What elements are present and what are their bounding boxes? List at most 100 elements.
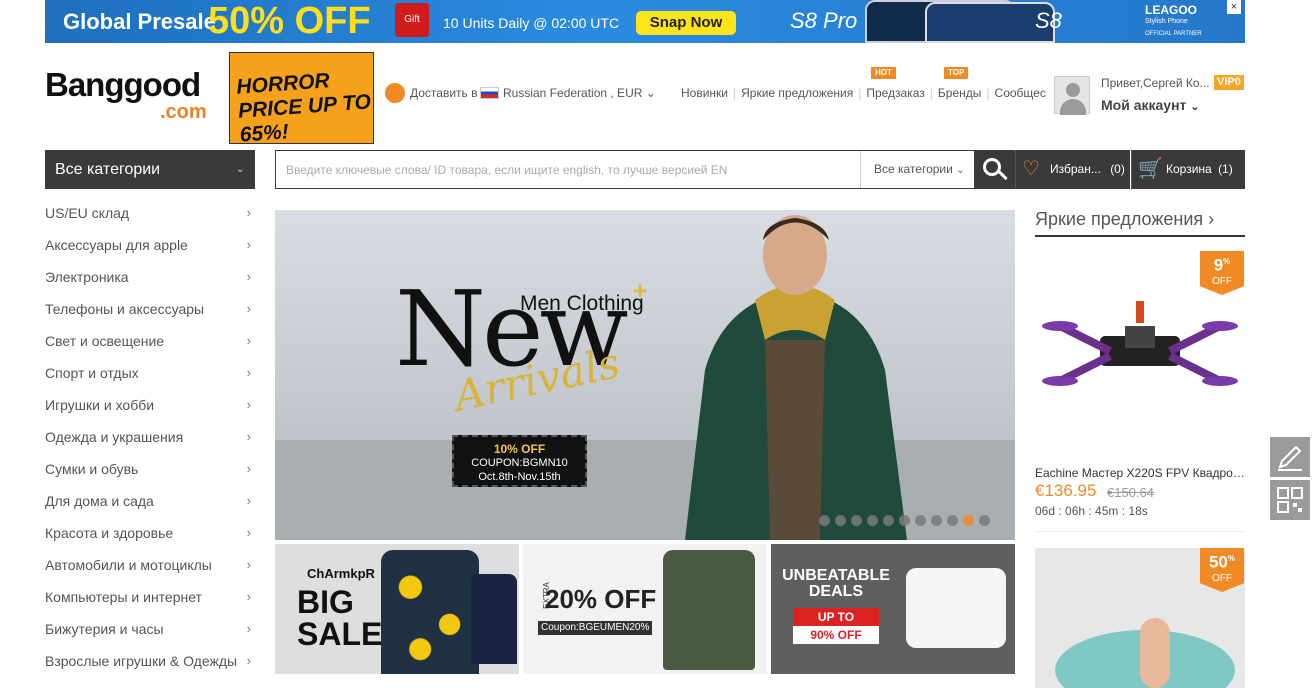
nav-separator: | [986,86,990,100]
category-item[interactable]: Взрослые игрушки & Одежды › [45,645,255,677]
category-item[interactable]: Автомобили и мотоциклы › [45,549,255,581]
hero-banner[interactable]: Men Clothing + New Arrivals 10% OFF COUP… [275,210,1015,540]
carousel-dot[interactable] [899,515,910,526]
snap-now-button[interactable]: Snap Now [636,11,736,35]
category-label: Свет и освещение [45,333,165,349]
ship-to-label[interactable]: Доставить в [410,86,478,100]
category-item[interactable]: Телефоны и аксессуары › [45,293,255,325]
user-greeting: Привет,Сергей Ко... [1101,76,1210,90]
flash-deals-label: Яркие предложения [1035,209,1204,229]
my-account-menu[interactable]: Мой аккаунт ⌄ [1101,97,1200,113]
chevron-right-icon: › [246,397,251,412]
carousel-dot[interactable] [835,515,846,526]
plus-icon: + [633,278,648,305]
nav-deals[interactable]: Яркие предложения [741,86,853,100]
product-image-drone[interactable] [1040,296,1240,406]
vest-image [663,550,755,670]
chevron-right-icon: › [1208,209,1215,229]
divider [1035,531,1245,532]
coupon-dates: Oct.8th-Nov.15th [478,471,561,483]
search-category-select[interactable]: Все категории ⌄ [860,151,974,188]
promo-banner-big-sale[interactable]: ChArmkpR BIG SALE [275,544,519,674]
category-item[interactable]: Электроника › [45,261,255,293]
carousel-dot[interactable] [819,515,830,526]
chevron-right-icon: › [246,621,251,636]
ship-country-select[interactable]: Russian Federation , EUR ⌄ [503,86,656,100]
banner-off-text: 50% OFF [208,0,371,42]
cart-button[interactable]: 🛒 Корзина (1) [1131,150,1245,189]
chevron-right-icon: › [246,461,251,476]
product-name[interactable]: Eachine Мастер X220S FPV Квадрокоптер [1035,466,1245,480]
chevron-right-icon: › [246,493,251,508]
promo-banner-20off[interactable]: EXTRA 20% OFF Coupon:BGEUMEN20% [523,544,767,674]
category-item[interactable]: Аксессуары для apple › [45,229,255,261]
category-item[interactable]: Бижутерия и часы › [45,613,255,645]
search-input[interactable] [276,151,859,188]
carousel-dot[interactable] [915,515,926,526]
category-item[interactable]: Одежда и украшения › [45,421,255,453]
category-item[interactable]: Для дома и сада › [45,485,255,517]
banner-line2: DEALS [808,583,864,600]
category-item[interactable]: Сумки и обувь › [45,453,255,485]
chevron-right-icon: › [246,237,251,252]
banner-presale-text: Global Presale [63,9,216,34]
wishlist-button[interactable]: ♡ Избран... (0) [1015,150,1130,189]
carousel-dot[interactable] [947,515,958,526]
banner-unbeatable: UNBEATABLE DEALS [781,568,891,600]
chevron-right-icon: › [246,301,251,316]
chevron-down-icon: ⌄ [236,164,245,175]
nav-separator: | [858,86,862,100]
banner-sale: SALE [297,616,383,652]
nav-separator: | [733,86,737,100]
banner-units-text: 10 Units Daily @ 02:00 UTC [443,15,620,31]
top-badge: TOP [944,67,969,79]
carousel-dot[interactable] [867,515,878,526]
banner-upto-label: UP TO [793,608,879,626]
flash-deals-title[interactable]: Яркие предложения › [1035,209,1214,230]
nav-brands[interactable]: Бренды [938,86,981,100]
category-item[interactable]: Красота и здоровье › [45,517,255,549]
product-old-price: €150.64 [1107,485,1154,500]
carousel-dot[interactable] [963,515,974,526]
close-banner-icon[interactable]: × [1227,0,1241,14]
carousel-dot[interactable] [851,515,862,526]
category-item[interactable]: Спорт и отдых › [45,357,255,389]
gift-icon: Gift [395,3,429,37]
my-account-label: Мой аккаунт [1101,97,1187,113]
avatar[interactable] [1054,76,1090,115]
category-list: US/EU склад › Аксессуары для apple › Элект… [45,197,255,677]
category-label: Спорт и отдых [45,365,139,381]
nav-new[interactable]: Новинки [681,86,728,100]
nav-community[interactable]: Сообщес [995,86,1046,100]
vip-badge: VIP0 [1214,75,1244,90]
carousel-dot[interactable] [979,515,990,526]
carousel-dot[interactable] [883,515,894,526]
discount-value: 9 [1213,255,1224,275]
category-label: Телефоны и аксессуары [45,301,205,317]
top-promo-banner[interactable]: Global Presale 50% OFF Gift 10 Units Dai… [45,0,1245,43]
banner-model-s8: S8 [1035,8,1062,33]
site-logo[interactable]: Banggood [45,66,201,104]
category-item[interactable]: Игрушки и хобби › [45,389,255,421]
horror-price-promo[interactable]: HORROR PRICE UP TO 65%! [229,52,374,147]
category-item[interactable]: Компьютеры и интернет › [45,581,255,613]
category-label: Красота и здоровье [45,525,174,541]
feedback-button[interactable] [1270,437,1310,477]
hero-coupon: 10% OFF COUPON:BGMN10 Oct.8th-Nov.15th [452,435,587,487]
nav-preorder[interactable]: Предзаказ [866,86,924,100]
coupon-discount: 10% OFF [493,442,546,456]
discount-badge: 9% OFF [1200,251,1244,295]
carousel-dot[interactable] [931,515,942,526]
promo-banner-unbeatable[interactable]: UNBEATABLE DEALS UP TO 90% OFF [771,544,1015,674]
category-label: Одежда и украшения [45,429,184,445]
search-button[interactable] [974,150,1015,189]
banner-upto-value: 90% OFF [810,628,862,642]
qr-code-button[interactable] [1270,480,1310,520]
chevron-right-icon: › [246,557,251,572]
cart-icon: 🛒 [1138,158,1163,180]
category-label: Бижутерия и часы [45,621,164,637]
category-item[interactable]: Свет и освещение › [45,325,255,357]
category-label: Взрослые игрушки & Одежды [45,653,238,669]
category-item[interactable]: US/EU склад › [45,197,255,229]
all-categories-button[interactable]: Все категории [45,150,255,189]
